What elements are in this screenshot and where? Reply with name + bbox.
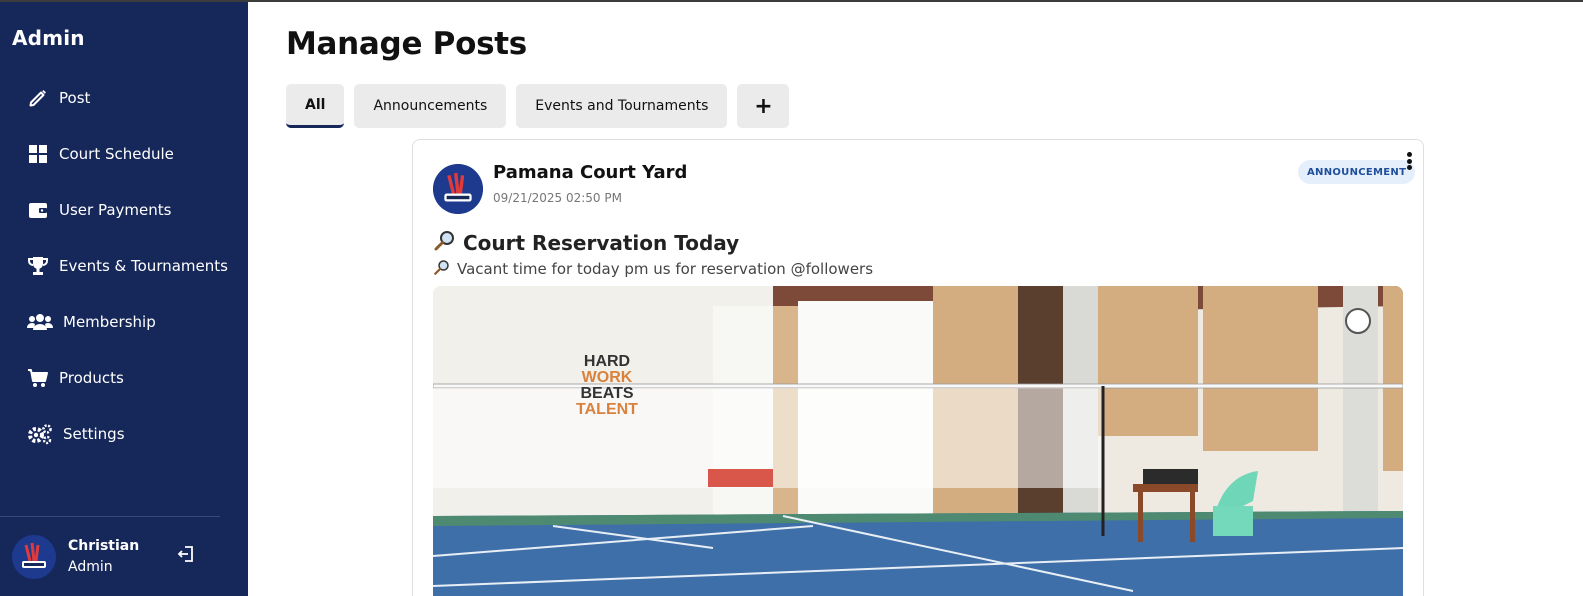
- post-image: HARD WORK BEATS TALENT: [433, 286, 1403, 596]
- tab-events-and-tournaments[interactable]: Events and Tournaments: [516, 84, 728, 128]
- wallet-icon: [27, 199, 49, 221]
- image-text-line4: TALENT: [576, 401, 638, 418]
- sidebar-item-events-tournaments[interactable]: Events & Tournaments: [0, 238, 248, 294]
- post-author: Pamana Court Yard: [493, 162, 688, 183]
- image-text-line1: HARD: [584, 353, 630, 370]
- sidebar-item-label: Products: [59, 369, 124, 387]
- sidebar-item-user-payments[interactable]: User Payments: [0, 182, 248, 238]
- sidebar: Admin Post Court Schedule User Payments …: [0, 2, 248, 596]
- image-text-line3: BEATS: [580, 385, 633, 402]
- avatar[interactable]: [12, 535, 56, 579]
- add-tab-button[interactable]: +: [737, 84, 790, 128]
- image-text-line2: WORK: [582, 369, 633, 386]
- sidebar-item-settings[interactable]: Settings: [0, 406, 248, 462]
- cart-icon: [27, 367, 49, 389]
- pencil-icon: [27, 87, 49, 109]
- users-icon: [27, 311, 53, 333]
- sidebar-item-label: Post: [59, 89, 91, 107]
- sidebar-item-label: Court Schedule: [59, 145, 174, 163]
- sidebar-nav: Post Court Schedule User Payments Events…: [0, 70, 248, 462]
- trophy-icon: [27, 255, 49, 277]
- post-body-row: Vacant time for today pm us for reservat…: [433, 258, 873, 280]
- user-name: Christian: [68, 538, 140, 554]
- post-title-row: Court Reservation Today: [433, 228, 739, 257]
- tab-announcements[interactable]: Announcements: [354, 84, 507, 128]
- sidebar-item-label: Settings: [63, 425, 125, 443]
- user-profile: Christian Admin: [12, 532, 212, 582]
- sidebar-item-label: User Payments: [59, 201, 172, 219]
- grid-icon: [27, 143, 49, 165]
- post-timestamp: 09/21/2025 02:50 PM: [493, 191, 622, 205]
- magnifier-icon: [433, 258, 451, 280]
- post-title: Court Reservation Today: [463, 230, 740, 255]
- status-badge: ANNOUNCEMENT: [1298, 160, 1416, 184]
- sidebar-item-label: Events & Tournaments: [59, 257, 228, 275]
- sidebar-item-label: Membership: [63, 313, 156, 331]
- post-body: Vacant time for today pm us for reservat…: [457, 260, 874, 278]
- more-options-icon[interactable]: [1401, 150, 1417, 172]
- logout-icon[interactable]: [174, 542, 198, 566]
- sidebar-item-post[interactable]: Post: [0, 70, 248, 126]
- gears-icon: [27, 423, 53, 445]
- sidebar-item-products[interactable]: Products: [0, 350, 248, 406]
- sidebar-divider: [0, 516, 220, 517]
- sidebar-item-court-schedule[interactable]: Court Schedule: [0, 126, 248, 182]
- post-card: Pamana Court Yard 09/21/2025 02:50 PM AN…: [412, 139, 1424, 596]
- main-content: Manage Posts All Announcements Events an…: [248, 2, 1583, 596]
- sidebar-title: Admin: [12, 26, 85, 50]
- tab-all[interactable]: All: [286, 84, 345, 128]
- magnifier-icon: [433, 228, 457, 257]
- page-title: Manage Posts: [286, 26, 527, 62]
- sidebar-item-membership[interactable]: Membership: [0, 294, 248, 350]
- post-author-avatar: [433, 164, 483, 214]
- user-role: Admin: [68, 559, 113, 575]
- post-filter-tabs: All Announcements Events and Tournaments…: [286, 84, 790, 128]
